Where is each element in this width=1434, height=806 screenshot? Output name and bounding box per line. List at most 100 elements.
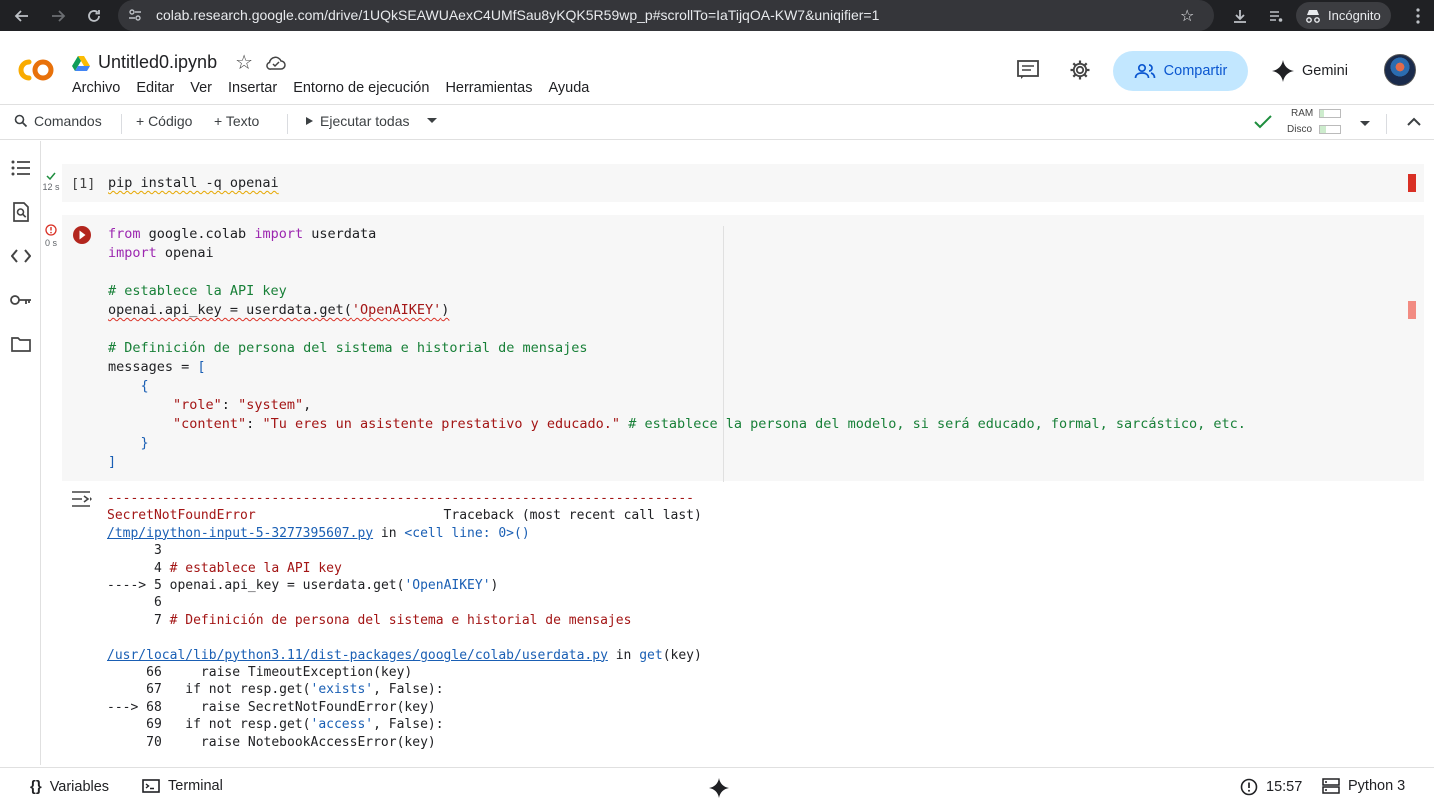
traceback-line: 67 if not resp.get( — [107, 682, 311, 698]
terminal-label: Terminal — [168, 778, 223, 794]
menu-help[interactable]: Ayuda — [548, 80, 589, 96]
disk-usage-bar[interactable] — [1319, 125, 1341, 134]
colab-header: Untitled0.ipynb ☆ Archivo Editar Ver Ins… — [0, 40, 1434, 102]
add-text-button[interactable]: + Texto — [214, 113, 259, 129]
download-icon[interactable] — [1228, 4, 1252, 28]
menu-file[interactable]: Archivo — [72, 80, 120, 96]
code-token: openai — [156, 245, 214, 261]
add-text-label: + Texto — [214, 113, 260, 129]
run-all-button[interactable]: Ejecutar todas — [304, 113, 438, 129]
traceback-line: 66 raise TimeoutException(key) — [107, 665, 413, 681]
status-bar: {} Variables Terminal 15:57 Python 3 — [0, 767, 1434, 806]
resources-dropdown-icon[interactable] — [1359, 120, 1371, 128]
connected-check-icon[interactable] — [1254, 115, 1272, 129]
run-cell-button[interactable] — [72, 225, 92, 245]
code-token: from — [108, 226, 141, 242]
star-icon[interactable]: ☆ — [235, 50, 253, 75]
kernel-status[interactable]: Python 3 — [1322, 778, 1405, 794]
ram-usage-bar[interactable] — [1319, 109, 1341, 118]
braces-icon: {} — [30, 778, 42, 795]
menu-insert[interactable]: Insertar — [228, 80, 277, 96]
forward-icon[interactable] — [46, 4, 70, 28]
terminal-icon — [142, 779, 160, 793]
menu-view[interactable]: Ver — [190, 80, 212, 96]
comments-icon[interactable] — [1017, 60, 1039, 85]
code-token: import — [108, 245, 157, 261]
address-bar[interactable]: colab.research.google.com/drive/1UQkSEAW… — [118, 0, 1214, 31]
notebook-title[interactable]: Untitled0.ipynb — [98, 52, 217, 73]
collapse-header-icon[interactable] — [1407, 117, 1421, 127]
notebook-toolbar: Comandos + Código + Texto Ejecutar todas… — [0, 104, 1434, 140]
gemini-status-button[interactable] — [709, 778, 729, 798]
execution-time-status[interactable]: 15:57 — [1240, 778, 1302, 796]
traceback-line: 6 — [107, 595, 162, 611]
code-token: ) — [441, 302, 450, 318]
server-icon — [1322, 778, 1340, 794]
left-sidebar — [0, 141, 41, 765]
code-string: "system" — [238, 397, 304, 413]
browser-menu-icon[interactable] — [1406, 4, 1430, 28]
menu-tools[interactable]: Herramientas — [445, 80, 532, 96]
traceback-line: ) — [490, 578, 499, 594]
traceback-line: ---> 68 raise SecretNotFoundError(key) — [107, 699, 436, 715]
back-icon[interactable] — [10, 4, 34, 28]
traceback-label: Traceback (most recent call last) — [255, 508, 702, 524]
incognito-label: Incógnito — [1328, 8, 1381, 23]
status-time: 15:57 — [1266, 779, 1303, 795]
search-icon — [14, 114, 28, 128]
code-token: openai.api_key = userdata.get( — [108, 302, 352, 318]
code-comment: # Definición de persona del sistema e hi… — [108, 340, 588, 356]
share-button[interactable]: Compartir — [1113, 51, 1248, 91]
code-token: import — [254, 226, 304, 242]
commands-button[interactable]: Comandos — [14, 113, 102, 129]
output-actions-icon[interactable] — [70, 489, 94, 509]
files-folder-icon[interactable] — [10, 333, 32, 355]
traceback-text: in — [607, 647, 640, 663]
variables-button[interactable]: {} Variables — [30, 778, 109, 795]
gemini-label: Gemini — [1302, 63, 1348, 79]
incognito-badge[interactable]: Incógnito — [1296, 2, 1391, 29]
error-icon — [45, 224, 57, 236]
media-playlist-icon[interactable] — [1264, 4, 1288, 28]
add-code-label: + Código — [136, 113, 193, 129]
secrets-key-icon[interactable] — [10, 289, 32, 311]
cell2-marker — [1408, 301, 1416, 319]
menu-runtime[interactable]: Entorno de ejecución — [293, 80, 429, 96]
gemini-button[interactable]: Gemini — [1272, 60, 1348, 82]
run-all-label: Ejecutar todas — [320, 113, 410, 129]
table-of-contents-icon[interactable] — [10, 157, 32, 179]
cell1-code[interactable]: pip install -q openai — [108, 174, 279, 193]
traceback-line: 3 — [107, 543, 162, 559]
code-token: : — [246, 416, 263, 432]
traceback-file-link[interactable]: /usr/local/lib/python3.11/dist-packages/… — [107, 648, 608, 663]
traceback-line: 70 raise NotebookAccessError(key) — [107, 734, 436, 750]
find-replace-icon[interactable] — [10, 201, 32, 223]
menu-edit[interactable]: Editar — [136, 80, 174, 96]
traceback-line: openai.api_key = userdata.get( — [169, 578, 405, 594]
site-info-icon[interactable] — [128, 8, 142, 22]
user-avatar[interactable] — [1384, 54, 1416, 86]
cell1-marker — [1408, 174, 1416, 192]
google-drive-icon[interactable] — [72, 55, 90, 71]
chevron-down-icon[interactable] — [426, 117, 438, 125]
traceback-line: 7 — [107, 612, 170, 628]
code-string: "Tu eres un asistente prestativo y educa… — [262, 416, 621, 432]
cell1-code-text: pip install -q openai — [108, 175, 279, 191]
reload-icon[interactable] — [82, 4, 106, 28]
settings-gear-icon[interactable] — [1069, 59, 1091, 86]
colab-logo[interactable] — [14, 56, 56, 89]
cloud-saved-icon[interactable] — [265, 55, 287, 71]
add-code-button[interactable]: + Código — [136, 113, 192, 129]
gemini-sparkle-icon — [709, 778, 729, 798]
code-bracket: } — [108, 435, 149, 451]
cell2-code[interactable]: from google.colab import userdata import… — [108, 225, 1246, 472]
code-token: , — [303, 397, 312, 413]
traceback-comment: # establece la API key — [169, 560, 342, 576]
traceback-line: , False): — [373, 717, 444, 733]
terminal-button[interactable]: Terminal — [142, 778, 223, 794]
bookmark-star-icon[interactable]: ☆ — [1180, 6, 1194, 26]
code-snippets-icon[interactable] — [10, 245, 32, 267]
traceback-file-link[interactable]: /tmp/ipython-input-5-3277395607.py — [107, 526, 373, 541]
cell2-output: ----------------------------------------… — [107, 490, 702, 751]
error-status-icon — [1240, 778, 1258, 796]
